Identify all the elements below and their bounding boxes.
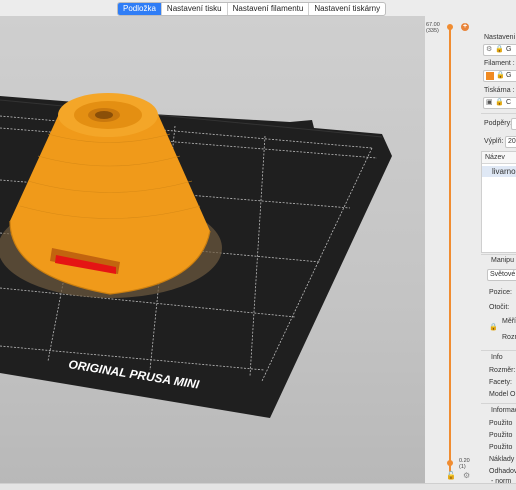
uniform-scale-lock-icon[interactable]: 🔒 [489, 324, 498, 332]
layer-bottom-handle[interactable] [447, 460, 453, 466]
object-list-header: Název [482, 152, 516, 164]
top-tab-bar: Podložka Nastavení tisku Nastavení filam… [0, 0, 516, 17]
size-label: Rozm [502, 334, 516, 341]
tab-plater[interactable]: Podložka [118, 3, 162, 15]
divider [481, 254, 516, 255]
add-color-change-icon[interactable]: + [461, 23, 469, 31]
divider [481, 113, 516, 114]
tab-print-settings[interactable]: Nastavení tisku [162, 3, 228, 15]
manipulation-header: Manipu [491, 257, 514, 264]
used-filament-mm3: Použito [489, 432, 513, 439]
lock-icon[interactable]: 🔓 [446, 471, 456, 480]
3d-viewport[interactable]: ORIGINAL PRUSA MINI [0, 16, 425, 489]
object-name: livarno [492, 167, 516, 176]
infill-combo[interactable]: 20 [505, 136, 516, 148]
name-column-header: Název [485, 154, 505, 161]
divider [481, 350, 516, 351]
tab-group: Podložka Nastavení tisku Nastavení filam… [117, 2, 387, 16]
cost-label: Náklady [489, 456, 515, 463]
right-sidebar: Nastaveni ⚙ 🔒 G Filament : 🔒 G Tiskárna … [481, 16, 516, 489]
model-label: Model O [489, 391, 516, 398]
printer-combo[interactable]: ▣ 🔒 C [483, 97, 516, 109]
size-info-label: Rozměr: [489, 367, 516, 374]
coordinate-mode-value: Světové [490, 271, 516, 278]
position-label: Pozice: [489, 289, 512, 296]
gear-icon[interactable]: ⚙ [463, 471, 470, 480]
print-profile-icon: ⚙ [486, 46, 493, 53]
filament-value: G [506, 72, 512, 79]
sliced-info-header: Informac [491, 407, 516, 414]
used-filament-g: Použito [489, 444, 513, 451]
lock-icon: 🔒 [495, 99, 504, 106]
print-settings-value: G [506, 46, 512, 53]
tab-filament-settings[interactable]: Nastavení filamentu [228, 3, 310, 15]
object-list[interactable]: Název livarno [481, 151, 516, 253]
supports-label: Podpěry: [484, 120, 513, 127]
layer-top-handle[interactable] [447, 24, 453, 30]
scale-label: Měřít [502, 318, 516, 325]
lock-icon: 🔒 [496, 72, 505, 79]
print-settings-combo[interactable]: ⚙ 🔒 G [483, 44, 516, 56]
layer-top-index: (335) [426, 28, 439, 34]
facets-label: Facety: [489, 379, 512, 386]
layer-bottom-index: (1) [459, 464, 466, 470]
infill-label: Výplň: [484, 138, 504, 145]
divider [481, 403, 516, 404]
tab-printer-settings[interactable]: Nastavení tiskárny [309, 3, 385, 15]
layer-range-bar [449, 25, 451, 472]
lock-icon: 🔒 [495, 46, 504, 53]
used-filament-m: Použito [489, 420, 513, 427]
printer-value: C [506, 99, 512, 106]
infill-value: 20 [508, 138, 516, 145]
printer-icon: ▣ [486, 99, 493, 106]
info-header: Info [491, 354, 503, 361]
object-row[interactable]: livarno [482, 166, 516, 177]
coordinate-mode-combo[interactable]: Světové [487, 269, 516, 281]
filament-label: Filament : [484, 60, 515, 67]
print-settings-label: Nastaveni [484, 34, 516, 41]
layer-slider[interactable]: 67.00 (335) + 0.20 (1) 🔓 ⚙ [425, 16, 481, 489]
supports-combo[interactable] [511, 118, 516, 130]
filament-color-swatch[interactable] [486, 72, 494, 80]
rotation-label: Otočit: [489, 304, 510, 311]
printer-label: Tiskárna : [484, 87, 515, 94]
filament-combo[interactable]: 🔒 G [483, 70, 516, 82]
estimated-time-label: Odhadov [489, 468, 516, 475]
